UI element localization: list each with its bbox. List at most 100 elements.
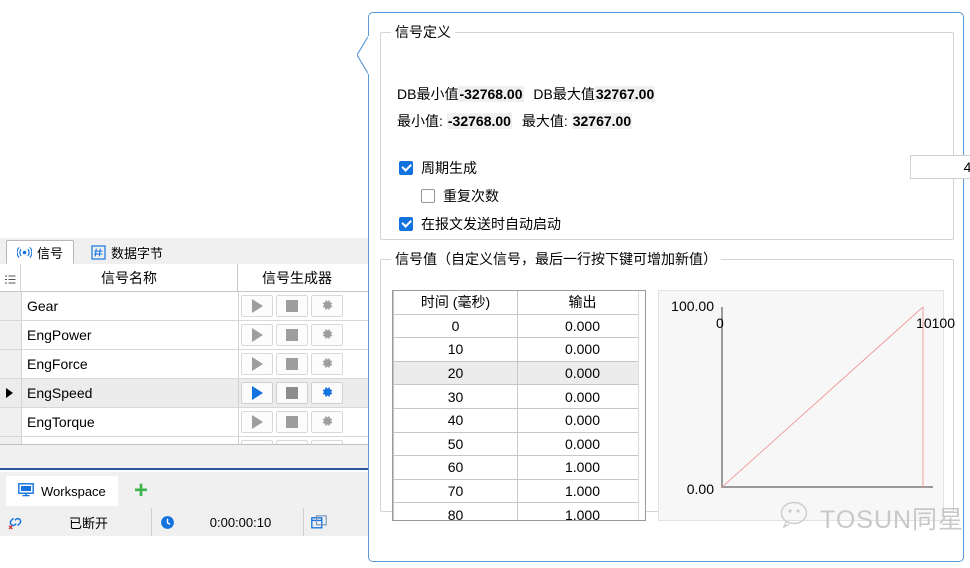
max-label: 最大值:: [521, 113, 568, 129]
min-label: 最小值:: [397, 113, 443, 129]
row-generator-buttons: [241, 324, 343, 346]
time-cell[interactable]: 0: [393, 313, 518, 339]
repeat-count-checkbox-row[interactable]: 重复次数: [421, 186, 499, 206]
signal-values-table[interactable]: 时间 (毫秒) 输出 0 0.000 10 0.000 20 0.000 30: [392, 290, 646, 521]
stop-button[interactable]: [276, 324, 308, 346]
add-workspace-button[interactable]: +: [124, 476, 158, 506]
cyclic-generation-checkbox[interactable]: [399, 161, 413, 175]
workspace-tab-label: Workspace: [41, 483, 106, 499]
column-header-signal-generator[interactable]: 信号生成器: [238, 264, 356, 292]
table-row[interactable]: 50 0.000: [393, 431, 645, 457]
status-time[interactable]: 0:00:00:10: [152, 508, 304, 536]
table-row[interactable]: Gear: [0, 292, 371, 321]
cyclic-generation-checkbox-row[interactable]: 周期生成: [399, 158, 477, 178]
tab-data-bytes[interactable]: 数据字节: [80, 240, 174, 264]
values-table-scrollbar[interactable]: [638, 291, 645, 520]
settings-button[interactable]: [311, 411, 343, 433]
plus-icon: +: [133, 477, 148, 504]
time-cell[interactable]: 80: [393, 502, 518, 520]
play-button[interactable]: [241, 411, 273, 433]
settings-button[interactable]: [311, 295, 343, 317]
signal-grid-header: 信号名称 信号生成器: [0, 264, 371, 292]
gear-icon: [320, 414, 334, 431]
status-connection[interactable]: 已断开: [0, 508, 152, 536]
db-range-row: DB最小值-32768.00 DB最大值32767.00: [397, 84, 656, 104]
table-row[interactable]: 30 0.000: [393, 384, 645, 409]
output-cell[interactable]: 0.000: [517, 313, 645, 339]
output-cell[interactable]: 1.000: [517, 478, 645, 504]
output-cell[interactable]: 1.000: [517, 502, 645, 520]
table-row[interactable]: EngTorque: [0, 408, 371, 437]
autostart-checkbox-row[interactable]: 在报文发送时自动启动: [399, 214, 561, 234]
gear-icon: [320, 327, 334, 344]
status-window[interactable]: [304, 508, 372, 536]
play-icon: [251, 328, 263, 342]
table-row[interactable]: 80 1.000: [393, 502, 645, 520]
settings-button[interactable]: [311, 382, 343, 404]
time-cell[interactable]: 20: [393, 360, 518, 386]
play-icon: [251, 357, 263, 371]
time-cell[interactable]: 60: [393, 455, 518, 480]
play-button[interactable]: [241, 324, 273, 346]
stop-button[interactable]: [276, 353, 308, 375]
callout-tail-icon: [357, 35, 369, 75]
signal-values-legend: 信号值（自定义信号，最后一行按下键可增加新值）: [395, 251, 717, 267]
grid-menu-icon[interactable]: [0, 264, 21, 292]
autostart-label: 在报文发送时自动启动: [421, 216, 561, 232]
signal-name: EngTorque: [27, 414, 95, 430]
status-bar: 已断开 0:00:00:10: [0, 508, 372, 568]
time-cell[interactable]: 30: [393, 384, 518, 409]
play-button[interactable]: [241, 353, 273, 375]
table-row[interactable]: 60 1.000: [393, 455, 645, 480]
stop-button[interactable]: [276, 382, 308, 404]
plot-area: 100.00 0.00 0 10100: [671, 298, 955, 497]
table-row[interactable]: 0 0.000: [393, 313, 645, 339]
play-button[interactable]: [241, 295, 273, 317]
play-button[interactable]: [241, 382, 273, 404]
gear-icon: [320, 298, 334, 315]
status-time-text: 0:00:00:10: [209, 514, 272, 530]
table-row[interactable]: EngPower: [0, 321, 371, 350]
play-icon: [251, 415, 263, 429]
time-cell[interactable]: 50: [393, 431, 518, 457]
table-row-selected[interactable]: 20 0.000: [393, 360, 645, 386]
settings-button[interactable]: [311, 353, 343, 375]
table-row[interactable]: 40 0.000: [393, 407, 645, 433]
column-divider: [238, 408, 239, 436]
workspace-tab[interactable]: Workspace: [6, 476, 118, 506]
play-icon: [251, 386, 263, 400]
stop-button[interactable]: [276, 295, 308, 317]
autostart-checkbox[interactable]: [399, 217, 413, 231]
settings-button[interactable]: [311, 324, 343, 346]
repeat-count-checkbox[interactable]: [421, 189, 435, 203]
gear-icon: [320, 356, 334, 373]
time-cell[interactable]: 70: [393, 478, 518, 504]
cyclic-generation-label: 周期生成: [421, 160, 477, 176]
column-header-signal-name[interactable]: 信号名称: [21, 264, 238, 292]
blank-upper-area: [0, 0, 370, 238]
table-row-selected[interactable]: EngSpeed: [0, 379, 371, 408]
value-range-row: 最小值: -32768.00 最大值: 32767.00: [397, 111, 633, 131]
time-cell[interactable]: 40: [393, 407, 518, 433]
output-cell[interactable]: 0.000: [517, 384, 645, 409]
table-row[interactable]: 70 1.000: [393, 478, 645, 504]
db-max-value: 32767.00: [594, 86, 656, 102]
tab-data-bytes-label: 数据字节: [111, 245, 164, 261]
stop-button[interactable]: [276, 411, 308, 433]
repeat-count-input[interactable]: 4: [910, 155, 970, 179]
output-cell[interactable]: 0.000: [517, 431, 645, 457]
tab-signal[interactable]: 信号: [6, 240, 75, 264]
output-cell[interactable]: 0.000: [517, 360, 645, 386]
signal-grid-body[interactable]: Gear EngPower EngForce EngSpeed EngTorqu…: [0, 292, 371, 446]
time-cell[interactable]: 10: [393, 337, 518, 362]
row-generator-buttons: [241, 382, 343, 404]
workspace-tabbar: Workspace +: [0, 472, 372, 508]
signal-preview-chart: 100.00 0.00 0 10100: [658, 290, 955, 521]
output-cell[interactable]: 1.000: [517, 455, 645, 480]
output-cell[interactable]: 0.000: [517, 337, 645, 362]
signal-definition-group: 信号定义 DB最小值-32768.00 DB最大值32767.00 最小值: -3…: [380, 22, 954, 240]
table-row[interactable]: 10 0.000: [393, 337, 645, 362]
output-cell[interactable]: 0.000: [517, 407, 645, 433]
table-row[interactable]: EngForce: [0, 350, 371, 379]
hash-icon: [91, 244, 106, 260]
